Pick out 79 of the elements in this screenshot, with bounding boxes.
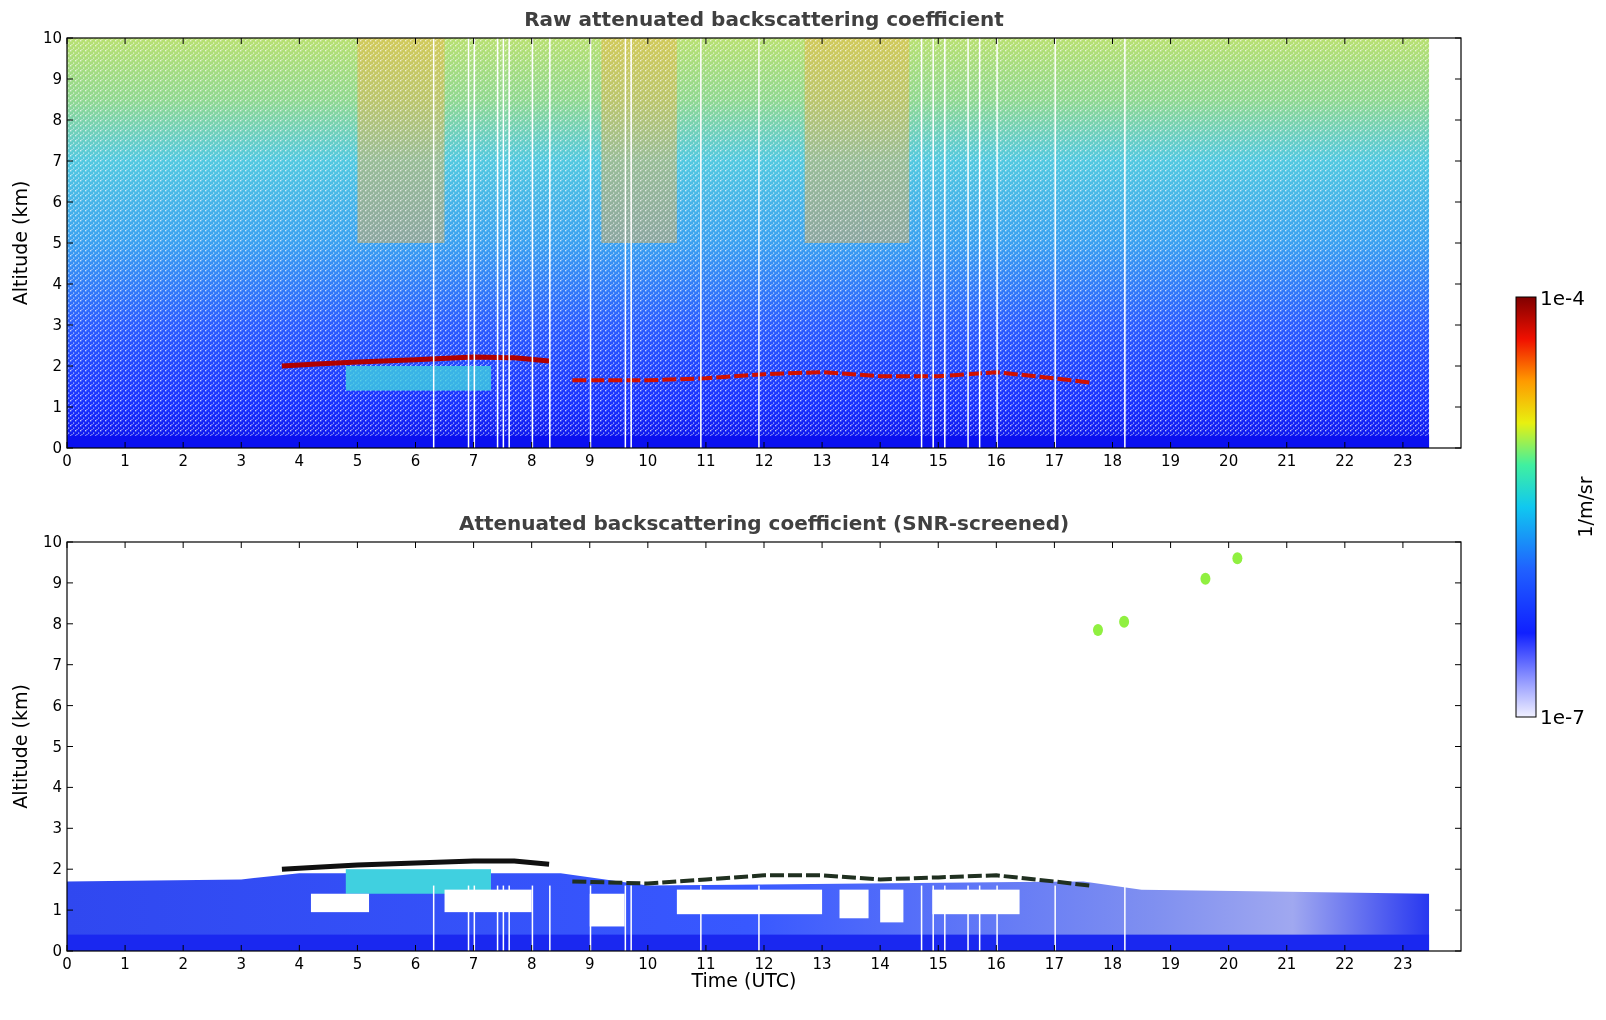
tick-label: 23 <box>1393 452 1413 470</box>
tick-label: 13 <box>812 452 832 470</box>
tick-label: 5 <box>52 234 62 252</box>
tick-label: 7 <box>468 955 479 973</box>
tick-label: 21 <box>1277 452 1297 470</box>
tick-label: 3 <box>52 316 62 334</box>
tick-label: 16 <box>986 452 1006 470</box>
tick-label: 6 <box>410 452 421 470</box>
tick-label: 2 <box>178 955 188 973</box>
tick-label: 1 <box>120 452 130 470</box>
tick-label: 0 <box>52 942 62 960</box>
tick-label: 0 <box>62 452 72 470</box>
tick-label: 20 <box>1219 955 1239 973</box>
tick-label: 2 <box>52 357 62 375</box>
tick-label: 4 <box>52 778 62 797</box>
tick-label: 15 <box>928 452 948 470</box>
tick-label: 9 <box>585 452 595 470</box>
tick-label: 21 <box>1277 955 1297 973</box>
cloud-patch <box>1232 552 1243 565</box>
tick-label: 1 <box>52 901 62 920</box>
tick-label: 2 <box>52 860 62 879</box>
tick-label: 0 <box>62 955 72 973</box>
tick-label: 2 <box>178 452 188 470</box>
axis-label: Altitude (km) <box>9 684 31 809</box>
tick-label: 19 <box>1161 452 1181 470</box>
tick-label: 4 <box>52 275 62 293</box>
tick-label: 12 <box>754 452 774 470</box>
axis-label: Altitude (km) <box>9 180 31 306</box>
tick-label: 9 <box>585 955 595 973</box>
tick-label: 8 <box>526 955 537 973</box>
tick-label: 23 <box>1393 955 1413 973</box>
tick-label: 10 <box>42 29 62 47</box>
tick-label: 7 <box>52 152 62 170</box>
tick-label: 8 <box>526 452 537 470</box>
tick-label: 3 <box>236 452 246 470</box>
tick-label: 0 <box>52 439 62 457</box>
tick-label: 6 <box>52 193 62 211</box>
chart-title: Attenuated backscattering coefficient (SNR-screened) <box>458 511 1070 535</box>
tick-label: 9 <box>52 70 62 88</box>
tick-label: 13 <box>812 955 832 973</box>
tick-label: 6 <box>410 955 421 973</box>
axis-label: 1/m/sr <box>1574 476 1596 538</box>
tick-label: 6 <box>52 696 62 715</box>
tick-label: 10 <box>638 955 658 973</box>
tick-label: 10 <box>638 452 658 470</box>
tick-label: 3 <box>236 955 246 973</box>
tick-label: 22 <box>1335 452 1355 470</box>
tick-label: 17 <box>1044 955 1064 973</box>
tick-label: 1 <box>120 955 130 973</box>
tick-label: 5 <box>352 955 363 973</box>
tick-label: 1 <box>52 398 62 416</box>
tick-label: 18 <box>1102 452 1123 470</box>
tick-label: 7 <box>468 452 479 470</box>
tick-label: 19 <box>1161 955 1181 973</box>
chart-title: Raw attenuated backscattering coefficient <box>524 7 1004 31</box>
tick-label: 14 <box>870 955 890 973</box>
tick-label: 8 <box>52 614 62 633</box>
tick-label: 14 <box>870 452 890 470</box>
scale-label: 1e-7 <box>1540 705 1585 729</box>
tick-label: 15 <box>928 955 948 973</box>
tick-label: 3 <box>52 819 62 838</box>
tick-label: 16 <box>986 955 1006 973</box>
tick-label: 9 <box>52 573 62 592</box>
tick-label: 22 <box>1335 955 1355 973</box>
tick-label: 5 <box>52 737 62 756</box>
cloud-patch <box>1119 615 1130 628</box>
tick-label: 18 <box>1102 955 1123 973</box>
cloud-patch <box>1093 623 1103 636</box>
scale-label: 1e-4 <box>1540 286 1585 310</box>
tick-label: 7 <box>52 655 62 674</box>
tick-label: 5 <box>352 452 363 470</box>
tick-label: 20 <box>1219 452 1239 470</box>
cloud-patch <box>1200 572 1211 585</box>
tick-label: 11 <box>696 452 716 470</box>
tick-label: 17 <box>1044 452 1064 470</box>
tick-label: 4 <box>294 452 305 470</box>
tick-label: 4 <box>294 955 305 973</box>
tick-label: 10 <box>42 533 62 551</box>
tick-label: 8 <box>52 111 62 129</box>
